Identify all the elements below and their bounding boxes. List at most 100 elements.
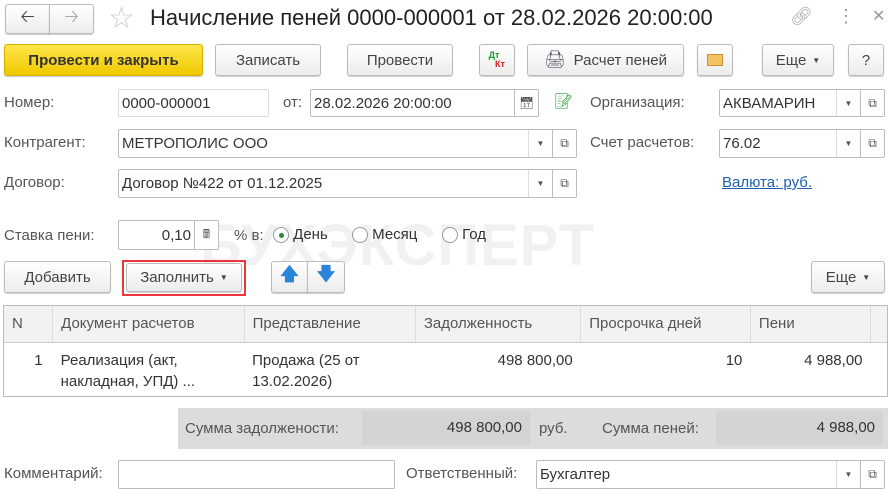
open-icon[interactable]: ⧉ (552, 170, 576, 197)
number-label: Номер: (4, 94, 55, 111)
column-header[interactable]: Просрочка дней (580, 306, 751, 343)
posted-status-icon: 📝︎ (554, 93, 574, 110)
penalties-table: N Документ расчетов Представление Задолж… (3, 305, 888, 397)
responsible-label: Ответственный: (406, 465, 518, 482)
envelope-icon (707, 54, 723, 66)
account-label: Счет расчетов: (590, 134, 695, 151)
more-button[interactable]: Еще ▼ (762, 44, 834, 76)
dropdown-icon[interactable]: ▼ (836, 90, 860, 116)
cell-n: 1 (34, 351, 43, 369)
total-currency: руб. (539, 420, 568, 437)
open-icon[interactable]: ⧉ (860, 461, 884, 488)
favorite-star-icon[interactable]: ☆ (108, 1, 135, 36)
account-value: 76.02 (723, 135, 761, 152)
chevron-down-icon: ▼ (219, 273, 228, 282)
number-value: 0000-000001 (122, 94, 211, 112)
help-button[interactable]: ? (848, 44, 884, 76)
table-row[interactable]: 1 Реализация (акт, накладная, УПД) ... П… (4, 342, 887, 399)
calc-label: Расчет пеней (573, 51, 667, 69)
counterparty-value: МЕТРОПОЛИС ООО (122, 135, 268, 152)
comment-field[interactable] (118, 460, 395, 489)
cell-days: 10 (725, 351, 743, 369)
calculator-icon[interactable]: 🖩︎ (194, 221, 218, 249)
rate-label: Ставка пени: (4, 227, 95, 244)
chevron-down-icon: ▼ (862, 272, 871, 282)
move-down-button[interactable]: 🡇 (307, 261, 345, 293)
number-field[interactable]: 0000-000001 (118, 89, 269, 117)
radio-icon (442, 227, 458, 244)
window-title: Начисление пеней 0000-000001 от 28.02.20… (150, 5, 713, 30)
back-button[interactable]: 🡠 (5, 4, 50, 34)
calc-penalties-button[interactable]: 🖨︎ Расчет пеней (527, 44, 684, 76)
more-menu-icon[interactable]: ⋮ (837, 6, 855, 27)
table-more-button[interactable]: Еще ▼ (811, 261, 885, 293)
total-penalty-value: 4 988,00 (716, 411, 883, 445)
fill-label: Заполнить (140, 269, 214, 286)
total-debt-value: 498 800,00 (362, 411, 530, 445)
column-header[interactable]: Задолженность (415, 306, 582, 343)
cell-document: Реализация (акт, накладная, УПД) ... (60, 351, 196, 390)
contract-value: Договор №422 от 01.12.2025 (122, 175, 323, 192)
chevron-down-icon: ▼ (812, 55, 821, 65)
responsible-value: Бухгалтер (540, 466, 611, 483)
counterparty-field[interactable]: МЕТРОПОЛИС ООО ▼ ⧉ (118, 129, 577, 158)
more-label: Еще (825, 268, 857, 286)
radio-icon (273, 227, 289, 244)
dropdown-icon[interactable]: ▼ (836, 130, 860, 157)
dt-kt-button[interactable]: Дт Кт (479, 44, 515, 76)
cell-debt: 498 800,00 (497, 351, 573, 369)
column-header[interactable]: N (4, 306, 54, 343)
dropdown-icon[interactable]: ▼ (528, 170, 552, 197)
organization-label: Организация: (590, 94, 685, 111)
date-field[interactable]: 28.02.2026 20:00:00 📅︎ (310, 89, 539, 117)
scrollbar-header (870, 306, 887, 343)
open-icon[interactable]: ⧉ (860, 130, 884, 157)
currency-link[interactable]: Валюта: руб. (722, 174, 812, 191)
close-icon[interactable]: ✕ (872, 6, 885, 26)
post-and-close-button[interactable]: Провести и закрыть (4, 44, 203, 76)
organization-value: АКВАМАРИН (723, 94, 816, 112)
account-field[interactable]: 76.02 ▼ ⧉ (719, 129, 885, 158)
date-value: 28.02.2026 20:00:00 (314, 94, 452, 112)
counterparty-label: Контрагент: (4, 134, 86, 151)
period-month-radio[interactable]: Месяц (352, 226, 418, 244)
more-label: Еще (775, 51, 807, 69)
column-header[interactable]: Пени (750, 306, 872, 343)
move-up-button[interactable]: 🡅 (271, 261, 308, 293)
email-button[interactable] (697, 44, 733, 76)
scroll-cell (871, 342, 888, 399)
cell-penalty: 4 988,00 (804, 351, 863, 369)
rate-field[interactable]: 0,10 🖩︎ (118, 220, 219, 250)
contract-label: Договор: (4, 174, 65, 191)
column-header[interactable]: Документ расчетов (52, 306, 245, 343)
radio-icon (352, 227, 368, 244)
period-month-label: Месяц (372, 226, 418, 243)
period-day-radio[interactable]: День (273, 226, 328, 244)
comment-label: Комментарий: (4, 465, 103, 482)
cell-representation: Продажа (25 от 13.02.2026) (252, 351, 360, 390)
open-icon[interactable]: ⧉ (860, 90, 884, 116)
open-icon[interactable]: ⧉ (552, 130, 576, 157)
save-button[interactable]: Записать (215, 44, 321, 76)
percent-label: % в: (234, 227, 264, 244)
dropdown-icon[interactable]: ▼ (528, 130, 552, 157)
organization-field[interactable]: АКВАМАРИН ▼ ⧉ (719, 89, 885, 117)
total-debt-label: Сумма задолжености: (185, 420, 339, 437)
contract-field[interactable]: Договор №422 от 01.12.2025 ▼ ⧉ (118, 169, 577, 198)
column-header[interactable]: Представление (244, 306, 416, 343)
date-label: от: (283, 94, 303, 111)
period-year-radio[interactable]: Год (442, 226, 487, 244)
printer-icon: 🖨︎ (544, 50, 566, 69)
responsible-field[interactable]: Бухгалтер ▼ ⧉ (536, 460, 885, 489)
dropdown-icon[interactable]: ▼ (836, 461, 860, 488)
table-header: N Документ расчетов Представление Задолж… (4, 306, 887, 343)
fill-button[interactable]: Заполнить ▼ (126, 263, 242, 292)
period-year-label: Год (462, 226, 487, 243)
link-icon[interactable]: 🔗︎ (790, 6, 813, 27)
period-day-label: День (293, 226, 328, 243)
calendar-icon[interactable]: 📅︎ (514, 90, 538, 116)
forward-button[interactable]: 🡢 (49, 4, 94, 34)
post-button[interactable]: Провести (347, 44, 453, 76)
kt-label: Кт (495, 59, 505, 69)
add-button[interactable]: Добавить (4, 261, 111, 293)
